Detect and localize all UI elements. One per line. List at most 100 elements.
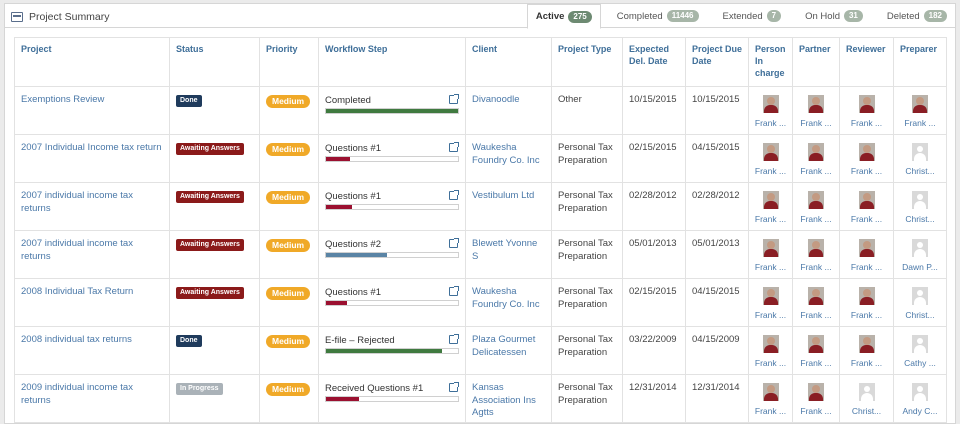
column-header[interactable]: Reviewer — [839, 37, 894, 87]
reviewer-name[interactable]: Frank ... — [843, 261, 890, 274]
person-in-charge-name[interactable]: Frank ... — [752, 405, 789, 418]
open-external-icon[interactable] — [449, 190, 459, 200]
avatar[interactable] — [858, 335, 875, 353]
client-link[interactable]: Divanoodle — [472, 94, 520, 105]
open-external-icon[interactable] — [449, 142, 459, 152]
avatar[interactable] — [808, 335, 824, 353]
open-external-icon[interactable] — [449, 94, 459, 104]
avatar[interactable] — [912, 95, 928, 113]
partner-name[interactable]: Frank ... — [796, 405, 836, 418]
avatar[interactable] — [912, 287, 928, 305]
column-header[interactable]: Project Type — [551, 37, 623, 87]
tab-active[interactable]: Active 275 — [526, 4, 601, 29]
avatar[interactable] — [762, 191, 779, 209]
column-header[interactable]: Person In charge — [748, 37, 793, 87]
column-header[interactable]: Client — [465, 37, 552, 87]
avatar[interactable] — [762, 383, 779, 401]
reviewer-name[interactable]: Frank ... — [843, 357, 890, 370]
project-link[interactable]: 2008 Individual Tax Return — [21, 286, 133, 297]
reviewer-name[interactable]: Frank ... — [843, 309, 890, 322]
column-header[interactable]: Status — [169, 37, 260, 87]
avatar[interactable] — [808, 95, 824, 113]
column-header[interactable]: Workflow Step — [318, 37, 466, 87]
column-header[interactable]: Preparer — [893, 37, 947, 87]
avatar[interactable] — [912, 335, 928, 353]
client-link[interactable]: Vestibulum Ltd — [472, 190, 534, 201]
project-link[interactable]: 2009 individual income tax returns — [21, 382, 133, 406]
reviewer-name[interactable]: Frank ... — [843, 117, 890, 130]
partner-name[interactable]: Frank ... — [796, 165, 836, 178]
partner-name[interactable]: Frank ... — [796, 213, 836, 226]
tab-label: Extended — [722, 10, 763, 22]
person-in-charge-name[interactable]: Frank ... — [752, 309, 789, 322]
avatar[interactable] — [912, 239, 928, 257]
avatar[interactable] — [762, 335, 779, 353]
project-link[interactable]: 2008 individual tax returns — [21, 334, 132, 345]
preparer-name[interactable]: Dawn P... — [897, 261, 943, 274]
partner-name[interactable]: Frank ... — [796, 309, 836, 322]
open-external-icon[interactable] — [449, 334, 459, 344]
avatar[interactable] — [858, 95, 875, 113]
avatar[interactable] — [858, 287, 875, 305]
avatar[interactable] — [858, 239, 875, 257]
client-link[interactable]: Kansas Association Ins Agtts — [472, 382, 536, 418]
tab-extended[interactable]: Extended 7 — [715, 4, 790, 28]
project-link[interactable]: 2007 individual income tax returns — [21, 190, 133, 214]
person-in-charge-name[interactable]: Frank ... — [752, 165, 789, 178]
project-link[interactable]: 2007 Individual Income tax return — [21, 142, 161, 153]
avatar[interactable] — [762, 95, 779, 113]
avatar[interactable] — [808, 287, 824, 305]
tab-count-badge: 31 — [843, 10, 863, 22]
partner-name[interactable]: Frank ... — [796, 357, 836, 370]
avatar[interactable] — [808, 239, 824, 257]
person-in-charge-name[interactable]: Frank ... — [752, 357, 789, 370]
person-in-charge-name[interactable]: Frank ... — [752, 117, 789, 130]
preparer-name[interactable]: Cathy ... — [897, 357, 943, 370]
avatar[interactable] — [762, 287, 779, 305]
preparer-name[interactable]: Christ... — [897, 309, 943, 322]
avatar[interactable] — [912, 191, 928, 209]
person-in-charge-name[interactable]: Frank ... — [752, 261, 789, 274]
expected-date-cell: 03/22/2009 — [622, 326, 686, 375]
preparer-name[interactable]: Christ... — [897, 165, 943, 178]
column-header[interactable]: Expected Del. Date — [622, 37, 686, 87]
workflow-cell: Questions #2 — [318, 230, 466, 279]
open-external-icon[interactable] — [449, 238, 459, 248]
preparer-name[interactable]: Christ... — [897, 213, 943, 226]
open-external-icon[interactable] — [449, 286, 459, 296]
open-external-icon[interactable] — [449, 382, 459, 392]
client-link[interactable]: Waukesha Foundry Co. Inc — [472, 142, 540, 166]
avatar[interactable] — [808, 143, 824, 161]
avatar[interactable] — [858, 143, 875, 161]
avatar[interactable] — [912, 143, 928, 161]
tab-completed[interactable]: Completed 11446 — [609, 4, 707, 28]
reviewer-name[interactable]: Frank ... — [843, 165, 890, 178]
project-link[interactable]: Exemptions Review — [21, 94, 104, 105]
avatar[interactable] — [912, 383, 928, 401]
avatar[interactable] — [762, 239, 779, 257]
column-header[interactable]: Project — [14, 37, 170, 87]
avatar[interactable] — [858, 191, 875, 209]
client-link[interactable]: Blewett Yvonne S — [472, 238, 537, 262]
avatar[interactable] — [858, 383, 875, 401]
client-link[interactable]: Waukesha Foundry Co. Inc — [472, 286, 540, 310]
reviewer-name[interactable]: Frank ... — [843, 213, 890, 226]
project-link[interactable]: 2007 individual income tax returns — [21, 238, 133, 262]
client-link[interactable]: Plaza Gourmet Delicatessen — [472, 334, 535, 358]
project-type-cell: Other — [551, 86, 623, 135]
preparer-name[interactable]: Andy C... — [897, 405, 943, 418]
partner-name[interactable]: Frank ... — [796, 261, 836, 274]
avatar[interactable] — [808, 191, 824, 209]
partner-name[interactable]: Frank ... — [796, 117, 836, 130]
avatar[interactable] — [808, 383, 824, 401]
column-header[interactable]: Partner — [792, 37, 840, 87]
column-header[interactable]: Priority — [259, 37, 319, 87]
tab-on-hold[interactable]: On Hold 31 — [797, 4, 871, 28]
reviewer-name[interactable]: Christ... — [843, 405, 890, 418]
avatar[interactable] — [762, 143, 779, 161]
workflow-step: Completed — [325, 94, 459, 114]
preparer-name[interactable]: Frank ... — [897, 117, 943, 130]
person-in-charge-name[interactable]: Frank ... — [752, 213, 789, 226]
column-header[interactable]: Project Due Date — [685, 37, 749, 87]
tab-deleted[interactable]: Deleted 182 — [879, 4, 955, 28]
